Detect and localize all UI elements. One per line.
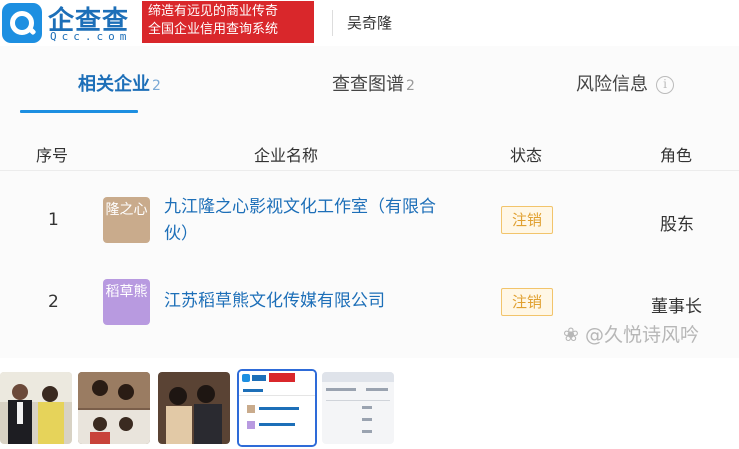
tab-related-companies[interactable]: 相关企业 2 <box>78 70 161 96</box>
photo-image <box>0 372 72 444</box>
photo-image <box>158 372 230 444</box>
company-logo-badge: 稻草熊 <box>103 279 150 325</box>
app-header: 企查查 Qcc.com 缔造有远见的商业传奇 全国企业信用查询系统 吴奇隆 <box>0 0 739 46</box>
role-text: 股东 <box>660 215 694 235</box>
tab-count: 2 <box>152 78 161 94</box>
logo-domain: Qcc.com <box>50 30 132 43</box>
status-badge: 注销 <box>501 288 553 316</box>
slogan-line-1: 缔造有远见的商业传奇 <box>148 4 279 19</box>
screenshot-image <box>239 371 315 445</box>
photo-image <box>78 372 150 444</box>
active-tab-indicator <box>20 110 138 113</box>
tabs-divider <box>0 170 739 171</box>
screenshot-main: 企查查 Qcc.com 缔造有远见的商业传奇 全国企业信用查询系统 吴奇隆 相关… <box>0 0 739 358</box>
row-index: 2 <box>48 292 59 312</box>
row-index: 1 <box>48 210 59 230</box>
thumbnail-group-photo[interactable] <box>158 372 230 444</box>
watermark-text: @久悦诗风吟 <box>584 324 699 346</box>
info-icon[interactable]: i <box>656 76 674 94</box>
company-name-link[interactable]: 九江隆之心影视文化工作室（有限合 伙） <box>164 194 436 248</box>
thumbnail-document-screenshot[interactable] <box>322 372 394 444</box>
tab-label: 风险信息 <box>576 74 648 95</box>
badge-text: 隆之心 <box>105 202 148 218</box>
company-logo-badge: 隆之心 <box>103 197 150 243</box>
slogan-banner: 缔造有远见的商业传奇 全国企业信用查询系统 <box>142 1 314 43</box>
thumbnail-drama-photo[interactable] <box>78 372 150 444</box>
status-badge: 注销 <box>501 206 553 234</box>
thumbnail-qcc-screenshot[interactable] <box>237 369 317 447</box>
role-text: 董事长 <box>651 297 702 317</box>
company-name-line-1: 九江隆之心影视文化工作室（有限合 <box>164 197 436 217</box>
tab-risk-info[interactable]: 风险信息 i <box>576 70 674 96</box>
col-header-status: 状态 <box>510 146 543 165</box>
slogan-line-2: 全国企业信用查询系统 <box>148 22 279 37</box>
company-name-link[interactable]: 江苏稻草熊文化传媒有限公司 <box>164 288 385 315</box>
header-divider <box>332 10 333 36</box>
col-header-role: 角色 <box>660 146 693 165</box>
tab-graph[interactable]: 查查图谱 2 <box>332 70 415 96</box>
table-row[interactable]: 1 隆之心 九江隆之心影视文化工作室（有限合 伙） 注销 股东 <box>0 180 739 260</box>
tab-bar: 相关企业 2 查查图谱 2 风险信息 i <box>0 56 739 171</box>
col-header-company: 企业名称 <box>254 146 319 165</box>
company-name-line-2: 伙） <box>164 224 198 244</box>
tab-label: 相关企业 <box>78 74 150 95</box>
paw-icon: ❀ <box>563 324 579 346</box>
screenshot-image <box>322 372 394 444</box>
watermark: ❀ @久悦诗风吟 <box>563 320 699 347</box>
thumbnail-strip <box>0 369 739 448</box>
qcc-logo-icon <box>2 3 42 43</box>
col-header-index: 序号 <box>36 146 69 165</box>
badge-text: 稻草熊 <box>105 284 148 300</box>
tab-label: 查查图谱 <box>332 74 404 95</box>
thumbnail-wedding-photo[interactable] <box>0 372 72 444</box>
person-name: 吴奇隆 <box>347 14 393 32</box>
tab-count: 2 <box>406 78 415 94</box>
